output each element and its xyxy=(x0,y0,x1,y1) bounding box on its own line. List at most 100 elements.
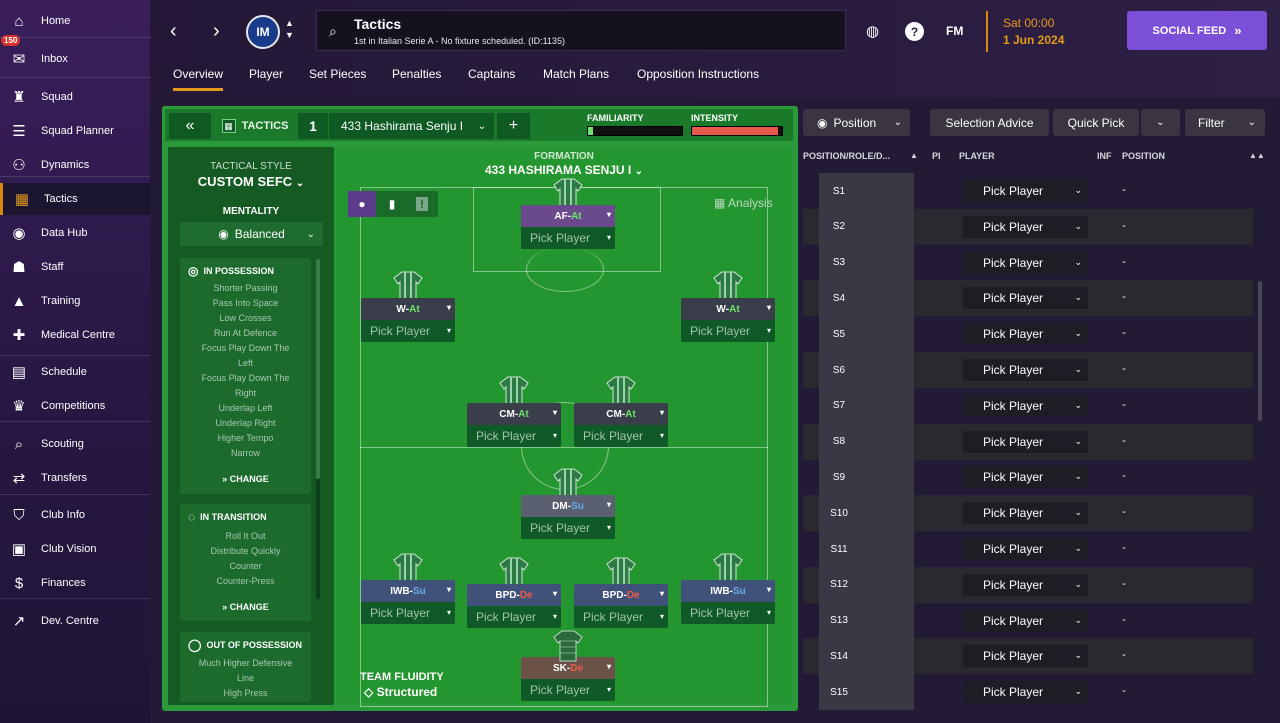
role-select[interactable]: W - At ▾ xyxy=(681,298,775,320)
column-position-role[interactable]: POSITION/ROLE/D... xyxy=(803,151,890,161)
in-transition-change-button[interactable]: » CHANGE xyxy=(180,602,311,612)
intensity-meter[interactable] xyxy=(691,126,783,136)
collapse-button[interactable]: « xyxy=(169,113,211,139)
table-row[interactable]: S3 Pick Player ⌄ - xyxy=(803,244,1253,281)
team-fluidity-value-row[interactable]: ◇ Structured xyxy=(364,685,437,699)
pick-player-select[interactable]: Pick Player ⌄ xyxy=(963,251,1088,274)
table-row[interactable]: S11 Pick Player ⌄ - xyxy=(803,531,1253,567)
pick-player-select[interactable]: Pick Player ⌄ xyxy=(963,538,1088,560)
sidebar-item-squad[interactable]: ♜ Squad xyxy=(0,81,150,113)
sidebar-item-inbox[interactable]: ✉ 150 Inbox xyxy=(0,35,150,75)
sidebar-item-staff[interactable]: ☗ Staff xyxy=(0,251,150,283)
pick-player-select[interactable]: Pick Player ▾ xyxy=(574,606,668,628)
pick-player-select[interactable]: Pick Player ▾ xyxy=(467,606,561,628)
analysis-button[interactable]: ▦ Analysis xyxy=(714,196,773,210)
in-possession-change-button[interactable]: » CHANGE xyxy=(180,474,311,484)
table-row[interactable]: S10 Pick Player ⌄ - xyxy=(803,495,1253,532)
scrollbar[interactable] xyxy=(316,259,320,599)
column-position[interactable]: POSITION xyxy=(1122,151,1165,161)
table-row[interactable]: S15 Pick Player ⌄ - xyxy=(803,674,1253,711)
pick-player-select[interactable]: Pick Player ⌄ xyxy=(963,287,1088,310)
sidebar-item-home[interactable]: ⌂ Home xyxy=(0,5,150,37)
page-title-box[interactable]: ⌕ Tactics 1st in Italian Serie A - No fi… xyxy=(316,10,846,51)
sidebar-item-scouting[interactable]: ⌕ Scouting xyxy=(0,428,150,460)
tab-player[interactable]: Player xyxy=(249,67,283,81)
stats-view-button[interactable]: ▮ xyxy=(378,191,406,217)
forward-arrow-icon[interactable]: › xyxy=(213,20,220,43)
role-select[interactable]: W - At ▾ xyxy=(361,298,455,320)
pick-player-select[interactable]: Pick Player ▾ xyxy=(361,320,455,342)
table-row[interactable]: S6 Pick Player ⌄ - xyxy=(803,352,1253,388)
quick-pick-button[interactable]: Quick Pick xyxy=(1053,109,1139,136)
column-pi[interactable]: PI xyxy=(932,151,941,161)
pick-player-select[interactable]: Pick Player ⌄ xyxy=(963,430,1088,453)
table-row[interactable]: S12 Pick Player ⌄ - xyxy=(803,566,1253,603)
pick-player-select[interactable]: Pick Player ⌄ xyxy=(963,215,1088,238)
role-select[interactable]: CM - At ▾ xyxy=(467,403,561,425)
sidebar-item-dev-centre[interactable]: ↗ Dev. Centre xyxy=(0,605,150,637)
sidebar-item-training[interactable]: ▲ Training xyxy=(0,285,150,317)
pick-player-select[interactable]: Pick Player ⌄ xyxy=(963,645,1088,668)
back-arrow-icon[interactable]: ‹ xyxy=(170,20,177,43)
role-select[interactable]: CM - At ▾ xyxy=(574,403,668,425)
pick-player-select[interactable]: Pick Player ▾ xyxy=(681,320,775,342)
selection-advice-button[interactable]: Selection Advice xyxy=(930,109,1049,136)
column-player[interactable]: PLAYER xyxy=(959,151,995,161)
tab-set-pieces[interactable]: Set Pieces xyxy=(309,67,366,81)
table-row[interactable]: S8 Pick Player ⌄ - xyxy=(803,423,1253,460)
sort-icon[interactable]: ▲ xyxy=(910,151,918,160)
tactic-select[interactable]: 433 Hashirama Senju I ⌄ xyxy=(329,113,494,139)
sidebar-item-data-hub[interactable]: ◉ Data Hub xyxy=(0,217,150,249)
pick-player-select[interactable]: Pick Player ⌄ xyxy=(963,681,1088,704)
social-feed-button[interactable]: SOCIAL FEED » xyxy=(1127,11,1267,50)
scrollbar-thumb[interactable] xyxy=(316,259,320,479)
tactic-slot[interactable]: 1 xyxy=(298,113,328,139)
add-tactic-button[interactable]: + xyxy=(497,113,530,139)
pick-player-select[interactable]: Pick Player ▾ xyxy=(681,602,775,624)
globe-icon[interactable]: ◍ xyxy=(866,22,879,40)
sidebar-item-schedule[interactable]: ▤ Schedule xyxy=(0,356,150,388)
table-row[interactable]: S4 Pick Player ⌄ - xyxy=(803,280,1253,317)
pick-player-select[interactable]: Pick Player ▾ xyxy=(521,517,615,539)
tab-match-plans[interactable]: Match Plans xyxy=(543,67,609,81)
sidebar-item-squad-planner[interactable]: ☰ Squad Planner xyxy=(0,115,150,147)
role-select[interactable]: IWB - Su ▾ xyxy=(361,580,455,602)
tab-captains[interactable]: Captains xyxy=(468,67,515,81)
sidebar-item-finances[interactable]: $ Finances xyxy=(0,567,150,599)
pick-player-select[interactable]: Pick Player ▾ xyxy=(521,679,615,701)
pick-player-select[interactable]: Pick Player ⌄ xyxy=(963,609,1088,632)
pick-player-select[interactable]: Pick Player ⌄ xyxy=(963,359,1088,381)
pick-player-select[interactable]: Pick Player ▾ xyxy=(574,425,668,447)
table-row[interactable]: S7 Pick Player ⌄ - xyxy=(803,387,1253,424)
role-select[interactable]: DM - Su ▾ xyxy=(521,495,615,517)
alert-view-button[interactable]: ! xyxy=(408,191,436,217)
pick-player-select[interactable]: Pick Player ▾ xyxy=(361,602,455,624)
pick-player-select[interactable]: Pick Player ⌄ xyxy=(963,180,1088,202)
pick-player-select[interactable]: Pick Player ▾ xyxy=(467,425,561,447)
formation-select[interactable]: 433 HASHIRAMA SENJU I ⌄ xyxy=(336,163,792,177)
table-row[interactable]: S5 Pick Player ⌄ - xyxy=(803,316,1253,353)
role-select[interactable]: BPD - De ▾ xyxy=(574,584,668,606)
pick-player-select[interactable]: Pick Player ⌄ xyxy=(963,323,1088,346)
mentality-select[interactable]: ◉ Balanced ⌄ xyxy=(180,222,323,246)
pick-player-select[interactable]: Pick Player ⌄ xyxy=(963,466,1088,489)
help-icon[interactable]: ? xyxy=(905,22,924,41)
role-select[interactable]: IWB - Su ▾ xyxy=(681,580,775,602)
club-crest[interactable]: IM xyxy=(246,15,280,49)
pick-player-select[interactable]: Pick Player ⌄ xyxy=(963,573,1088,596)
table-row[interactable]: S1 Pick Player ⌄ - xyxy=(803,173,1253,209)
scrollbar[interactable] xyxy=(1258,281,1262,421)
sidebar-item-medical-centre[interactable]: ✚ Medical Centre xyxy=(0,319,150,351)
sidebar-item-club-vision[interactable]: ▣ Club Vision xyxy=(0,533,150,565)
table-row[interactable]: S2 Pick Player ⌄ - xyxy=(803,208,1253,245)
sort-icon[interactable]: ▲▲ xyxy=(1249,151,1265,160)
tactical-style-select[interactable]: CUSTOM SEFC ⌄ xyxy=(168,174,334,189)
pick-player-select[interactable]: Pick Player ▾ xyxy=(521,227,615,249)
player-view-button[interactable]: ● xyxy=(348,191,376,217)
table-row[interactable]: S13 Pick Player ⌄ - xyxy=(803,602,1253,639)
pick-player-select[interactable]: Pick Player ⌄ xyxy=(963,502,1088,525)
pick-player-select[interactable]: Pick Player ⌄ xyxy=(963,394,1088,417)
table-row[interactable]: S14 Pick Player ⌄ - xyxy=(803,638,1253,675)
role-select[interactable]: AF - At ▾ xyxy=(521,205,615,227)
tab-penalties[interactable]: Penalties xyxy=(392,67,441,81)
